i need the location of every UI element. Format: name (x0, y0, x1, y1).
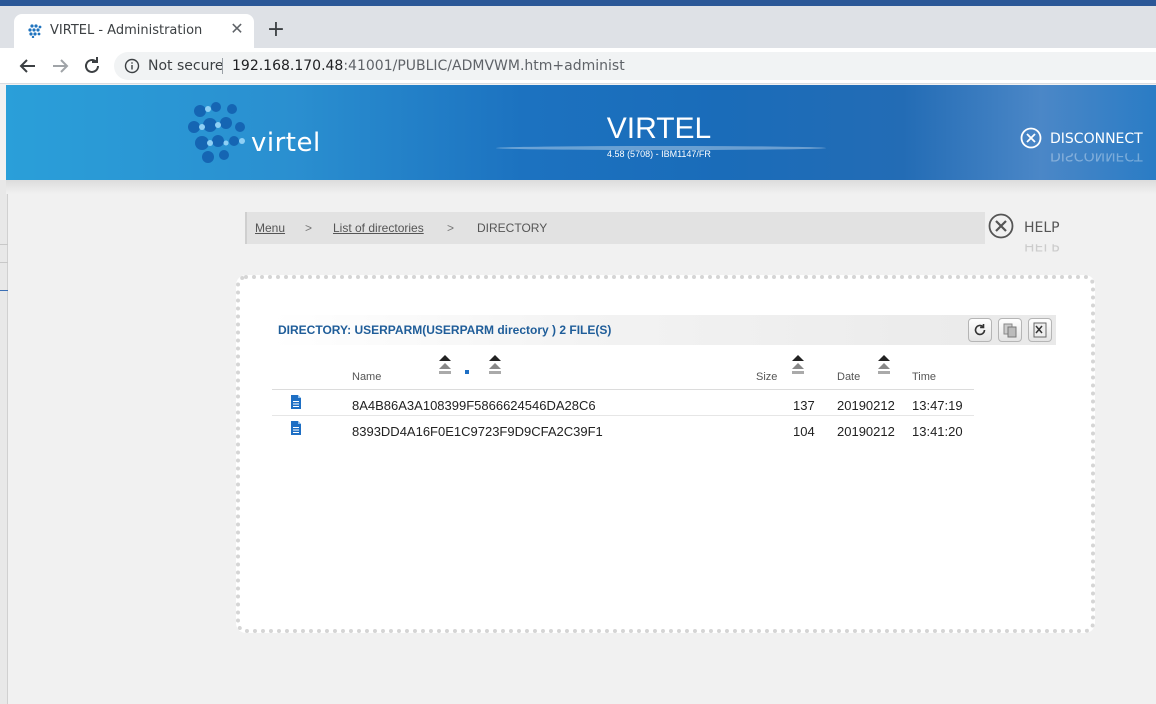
copy-button[interactable] (998, 318, 1022, 342)
directory-title-bar: DIRECTORY: USERPARM(USERPARM directory )… (272, 315, 1056, 345)
not-secure-label: Not secure (148, 58, 224, 74)
breadcrumb-list-link[interactable]: List of directories (333, 221, 424, 235)
app-version: 4.58 (5708) - IBM1147/FR (607, 149, 711, 159)
header-shadow (6, 180, 1156, 194)
file-icon[interactable] (290, 421, 302, 435)
virtel-favicon-icon (28, 24, 42, 38)
file-name[interactable]: 8A4B86A3A108399F5866624546DA28C6 (352, 398, 596, 413)
help-reflection: HELP (1024, 237, 1060, 253)
table-row[interactable]: 8A4B86A3A108399F5866624546DA28C6 137 201… (272, 390, 974, 416)
directory-panel: DIRECTORY: USERPARM(USERPARM directory )… (236, 275, 1095, 633)
disconnect-reflection: DISCONNECT (1050, 147, 1143, 163)
directory-title: DIRECTORY: USERPARM(USERPARM directory )… (278, 323, 612, 337)
breadcrumb: Menu > List of directories > DIRECTORY (245, 212, 985, 244)
app-header: virtel VIRTEL 4.58 (5708) - IBM1147/FR D… (6, 85, 1156, 180)
back-arrow-icon[interactable] (16, 54, 40, 78)
edge-line (0, 290, 8, 291)
close-circle-icon (1020, 127, 1042, 149)
disconnect-button[interactable]: DISCONNECT DISCONNECT (1020, 125, 1143, 165)
tab-close-icon[interactable]: ✕ (228, 20, 246, 38)
omnibox[interactable]: Not secure 192.168.170.48:41001/PUBLIC/A… (114, 52, 1156, 80)
reload-icon[interactable] (80, 54, 104, 78)
address-bar: Not secure 192.168.170.48:41001/PUBLIC/A… (0, 48, 1156, 84)
info-icon[interactable] (124, 58, 140, 74)
file-icon[interactable] (290, 395, 302, 409)
breadcrumb-current: DIRECTORY (477, 221, 548, 235)
file-date: 20190212 (837, 424, 895, 439)
sort-arrows-icon[interactable] (438, 354, 452, 376)
breadcrumb-separator: > (447, 221, 455, 235)
column-header-name[interactable]: Name (352, 371, 381, 383)
breadcrumb-separator: > (305, 221, 313, 235)
file-name[interactable]: 8393DD4A16F0E1C9723F9D9CFA2C39F1 (352, 424, 603, 439)
column-header-date[interactable]: Date (837, 371, 860, 383)
file-size: 104 (793, 424, 815, 439)
help-button[interactable]: HELP HELP (988, 213, 1068, 253)
browser-tab-bar: VIRTEL - Administration ✕ + (0, 6, 1156, 48)
new-tab-button[interactable]: + (265, 19, 287, 42)
export-button[interactable] (1028, 318, 1052, 342)
background-window-edge (0, 180, 8, 704)
copy-icon (1003, 323, 1017, 338)
browser-tab[interactable]: VIRTEL - Administration ✕ (14, 14, 254, 48)
sort-indicator-icon (465, 370, 469, 374)
omnibox-divider (222, 58, 223, 74)
breadcrumb-menu-link[interactable]: Menu (255, 221, 285, 235)
sort-arrows-icon[interactable] (791, 354, 805, 376)
file-time: 13:47:19 (912, 398, 963, 413)
edge-line (0, 262, 8, 263)
sort-arrows-icon[interactable] (488, 354, 502, 376)
app-title: VIRTEL (606, 112, 712, 145)
column-header-size[interactable]: Size (756, 371, 777, 383)
forward-arrow-icon[interactable] (48, 54, 72, 78)
edge-line (0, 244, 8, 245)
refresh-button[interactable] (968, 318, 992, 342)
url-host: 192.168.170.48 (232, 58, 344, 74)
tools-icon (988, 213, 1014, 239)
disconnect-label: DISCONNECT (1050, 131, 1143, 147)
file-time: 13:41:20 (912, 424, 963, 439)
sort-arrows-icon[interactable] (877, 354, 891, 376)
file-size: 137 (793, 398, 815, 413)
url-text[interactable]: 192.168.170.48:41001/PUBLIC/ADMVWM.htm+a… (232, 58, 625, 74)
file-date: 20190212 (837, 398, 895, 413)
table-row[interactable]: 8393DD4A16F0E1C9723F9D9CFA2C39F1 104 201… (272, 416, 974, 442)
excel-export-icon (1033, 322, 1047, 338)
refresh-icon (974, 324, 986, 336)
help-label: HELP (1024, 220, 1060, 236)
url-path: :41001/PUBLIC/ADMVWM.htm+administ (343, 58, 625, 74)
column-header-time[interactable]: Time (912, 371, 936, 383)
tab-title: VIRTEL - Administration (50, 23, 203, 38)
